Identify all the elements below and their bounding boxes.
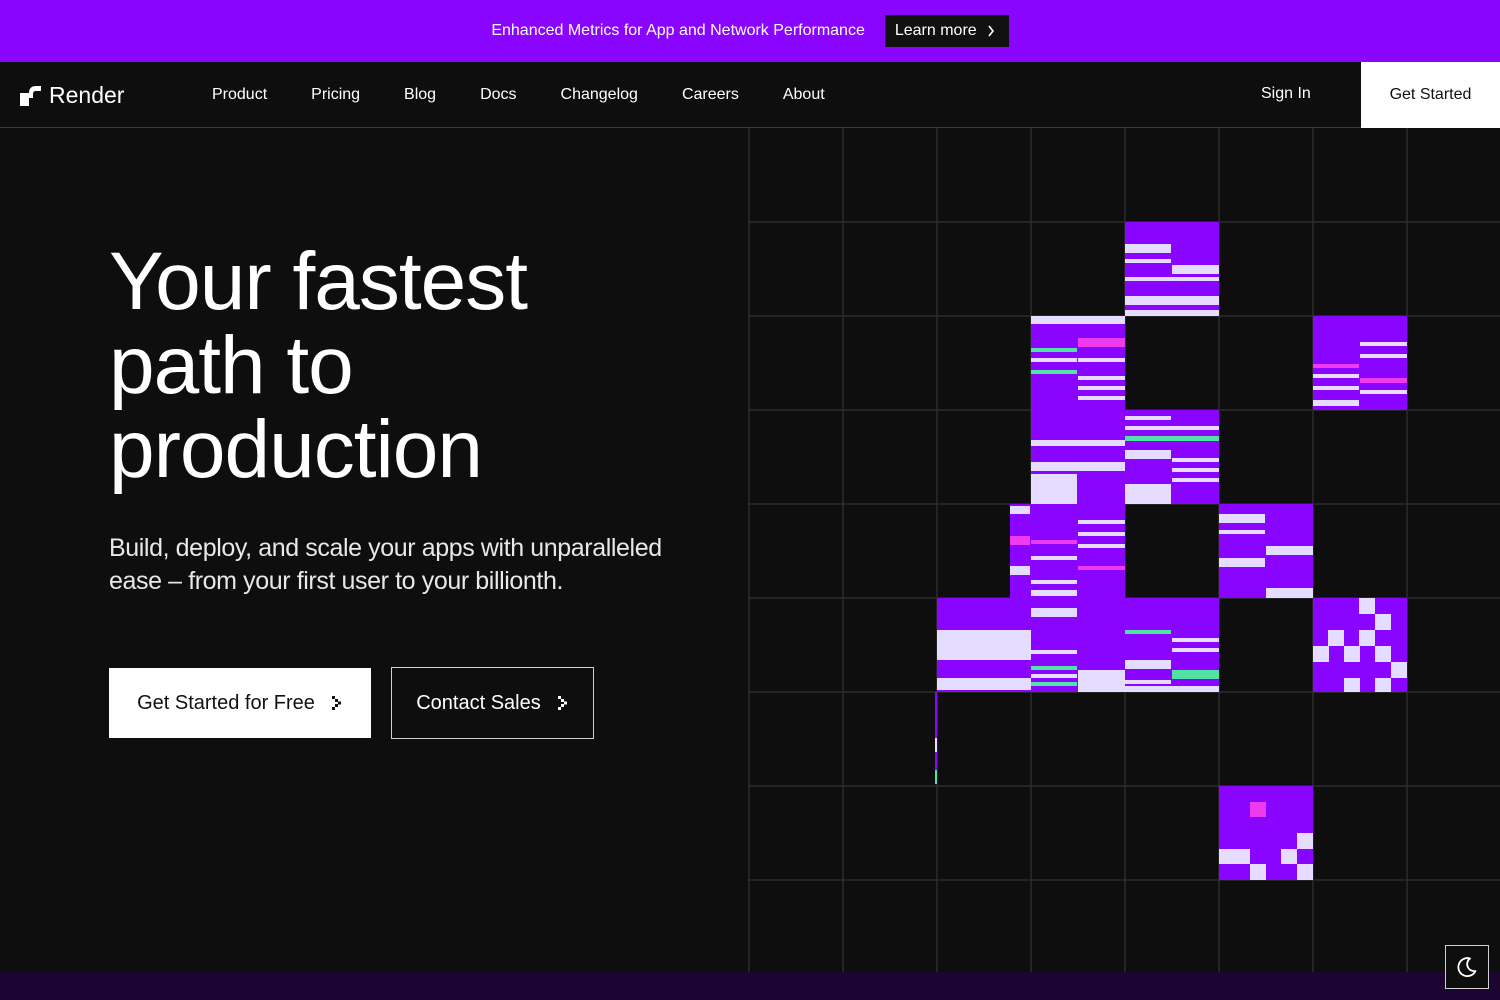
nav-link-careers[interactable]: Careers: [682, 86, 739, 104]
nav-link-product[interactable]: Product: [212, 86, 267, 104]
nav-link-blog[interactable]: Blog: [404, 86, 436, 104]
grid-tile: [1313, 598, 1407, 692]
grid-tile: [1031, 410, 1125, 504]
grid-tile: [1010, 504, 1125, 598]
chevron-right-icon: [988, 25, 994, 37]
nav-links: Product Pricing Blog Docs Changelog Care…: [212, 62, 869, 128]
headline-line: path to: [109, 320, 354, 411]
grid-tile: [1219, 504, 1313, 598]
get-started-label: Get Started: [1389, 86, 1472, 103]
learn-more-label: Learn more: [894, 22, 977, 39]
bottom-accent-bar: [0, 972, 1500, 1000]
pixel-arrow-right-icon: [557, 696, 567, 710]
headline-line: Your fastest: [109, 236, 528, 327]
hero-pixel-grid-art: [748, 128, 1500, 972]
get-started-button[interactable]: Get Started: [1361, 62, 1500, 128]
banner-text: Enhanced Metrics for App and Network Per…: [491, 22, 865, 39]
nav-link-docs[interactable]: Docs: [480, 86, 516, 104]
hero-headline: Your fastest path to production: [109, 240, 729, 492]
top-nav: Render Product Pricing Blog Docs Changel…: [0, 62, 1500, 128]
moon-icon: [1457, 957, 1477, 977]
contact-sales-label: Contact Sales: [416, 691, 541, 714]
headline-line: production: [109, 404, 483, 495]
brand-logo[interactable]: Render: [20, 82, 124, 109]
contact-sales-button[interactable]: Contact Sales: [391, 667, 594, 739]
nav-link-pricing[interactable]: Pricing: [311, 86, 360, 104]
nav-link-about[interactable]: About: [783, 86, 825, 104]
grid-tile: [1031, 598, 1125, 692]
subtext-line: Build, deploy, and scale your apps with …: [109, 534, 662, 562]
get-started-free-button[interactable]: Get Started for Free: [109, 668, 371, 738]
grid-tile: [937, 598, 1031, 692]
render-logo-icon: [20, 86, 41, 106]
brand-name: Render: [49, 82, 125, 108]
grid-tile: [1313, 316, 1407, 410]
subtext-line: ease – from your first user to your bill…: [109, 567, 564, 595]
grid-tile: [1031, 316, 1125, 410]
get-started-free-label: Get Started for Free: [137, 691, 315, 714]
pixel-arrow-right-icon: [331, 696, 341, 710]
nav-link-changelog[interactable]: Changelog: [561, 86, 638, 104]
theme-toggle-button[interactable]: [1445, 945, 1489, 989]
hero-subtext: Build, deploy, and scale your apps with …: [109, 532, 709, 598]
grid-tile: [1125, 410, 1219, 504]
sign-in-link[interactable]: Sign In: [1261, 85, 1311, 103]
grid-tile: [1125, 222, 1219, 316]
promo-banner: Enhanced Metrics for App and Network Per…: [0, 0, 1500, 62]
grid-tile: [1125, 598, 1219, 692]
grid-accent-line: [935, 692, 937, 784]
learn-more-button[interactable]: Learn more: [884, 15, 1009, 47]
grid-tile: [1219, 786, 1313, 880]
